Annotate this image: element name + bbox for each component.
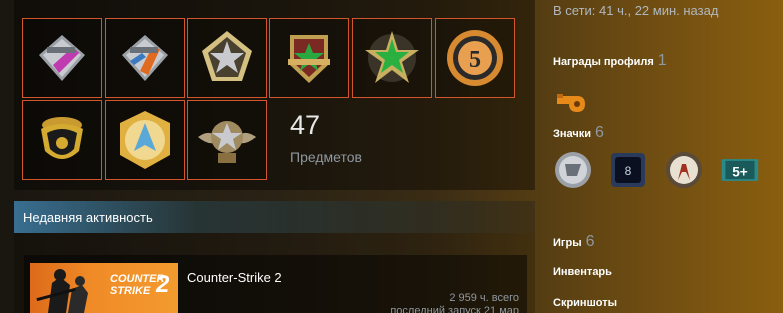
left-column: 5 47 Предметов Недавняя активность COUNT… (0, 0, 540, 313)
item-count-label: Предметов (290, 149, 362, 165)
silver-coin-badge-icon (555, 152, 591, 188)
showcase-item-veteran-badge[interactable] (269, 18, 349, 98)
screenshots-label: Скриншоты (553, 297, 617, 309)
games-link[interactable]: Игры 6 (553, 233, 595, 251)
item-showcase: 5 47 Предметов (14, 0, 535, 190)
five-plus-badge-icon: 5+ (721, 159, 759, 181)
recent-activity-title: Недавняя активность (23, 209, 153, 225)
game-row: COUNTER STRIKE 2 Counter-Strike 2 2 959 … (24, 255, 527, 313)
game-last-played: последний запуск 21 мар (390, 305, 519, 313)
showcase-item-star-medal[interactable] (187, 18, 267, 98)
profile-awards-count: 1 (657, 52, 667, 69)
showcase-item-gold-operation-coin[interactable] (105, 100, 185, 180)
svg-text:5: 5 (469, 47, 481, 73)
five-year-coin-icon: 5 (447, 30, 503, 86)
badge-level-8[interactable]: 8 (608, 150, 648, 190)
inventory-link[interactable]: Инвентарь (553, 266, 612, 278)
showcase-item-green-star-medal[interactable] (352, 18, 432, 98)
winged-star-badge-icon (198, 121, 256, 163)
whistle-award-icon[interactable] (555, 84, 589, 118)
showcase-item-season-2-coin[interactable] (22, 18, 102, 98)
capsule-number: 2 (156, 271, 170, 298)
recent-activity-panel: COUNTER STRIKE 2 Counter-Strike 2 2 959 … (14, 233, 535, 313)
showcase-item-police-badge[interactable] (22, 100, 102, 180)
inventory-label: Инвентарь (553, 266, 612, 278)
badges-count: 6 (595, 124, 604, 141)
veteran-badge-icon (288, 35, 330, 83)
online-status: В сети: 41 ч., 22 мин. назад (553, 3, 719, 18)
profile-awards-link[interactable]: Награды профиля 1 (553, 52, 667, 70)
item-count: 47 (290, 110, 321, 140)
badges-label: Значки (553, 128, 592, 140)
season-1-coin-icon (122, 35, 168, 81)
recent-activity-header: Недавняя активность (14, 201, 535, 233)
police-badge-icon (41, 117, 83, 159)
game-hours: 2 959 ч. всего (449, 292, 519, 304)
screenshots-link[interactable]: Скриншоты (553, 297, 617, 309)
green-star-medal-icon (365, 31, 419, 83)
game-capsule-image[interactable]: COUNTER STRIKE 2 (30, 263, 178, 313)
game-name[interactable]: Counter-Strike 2 (187, 270, 282, 285)
badge-five-plus[interactable]: 5+ (720, 150, 760, 190)
showcase-item-winged-star-badge[interactable] (187, 100, 267, 180)
cs-emblem-badge-icon (666, 152, 702, 188)
item-count-block[interactable]: 47 Предметов (290, 110, 362, 166)
badge-silver-coin[interactable] (553, 150, 593, 190)
level-badge-icon: 8 (611, 153, 645, 187)
badges-link[interactable]: Значки 6 (553, 124, 604, 142)
season-2-coin-icon (39, 35, 85, 81)
badge-cs-emblem[interactable] (664, 150, 704, 190)
showcase-item-five-year-coin[interactable]: 5 (435, 18, 515, 98)
games-label: Игры (553, 237, 582, 249)
profile-awards-label: Награды профиля (553, 56, 654, 68)
level-badge-text: 8 (625, 164, 632, 178)
gold-operation-coin-icon (120, 111, 170, 169)
right-sidebar: В сети: 41 ч., 22 мин. назад Награды про… (540, 0, 783, 313)
five-plus-badge-text: 5+ (732, 164, 748, 179)
showcase-item-season-1-coin[interactable] (105, 18, 185, 98)
games-count: 6 (585, 233, 595, 250)
star-medal-icon (202, 31, 252, 81)
